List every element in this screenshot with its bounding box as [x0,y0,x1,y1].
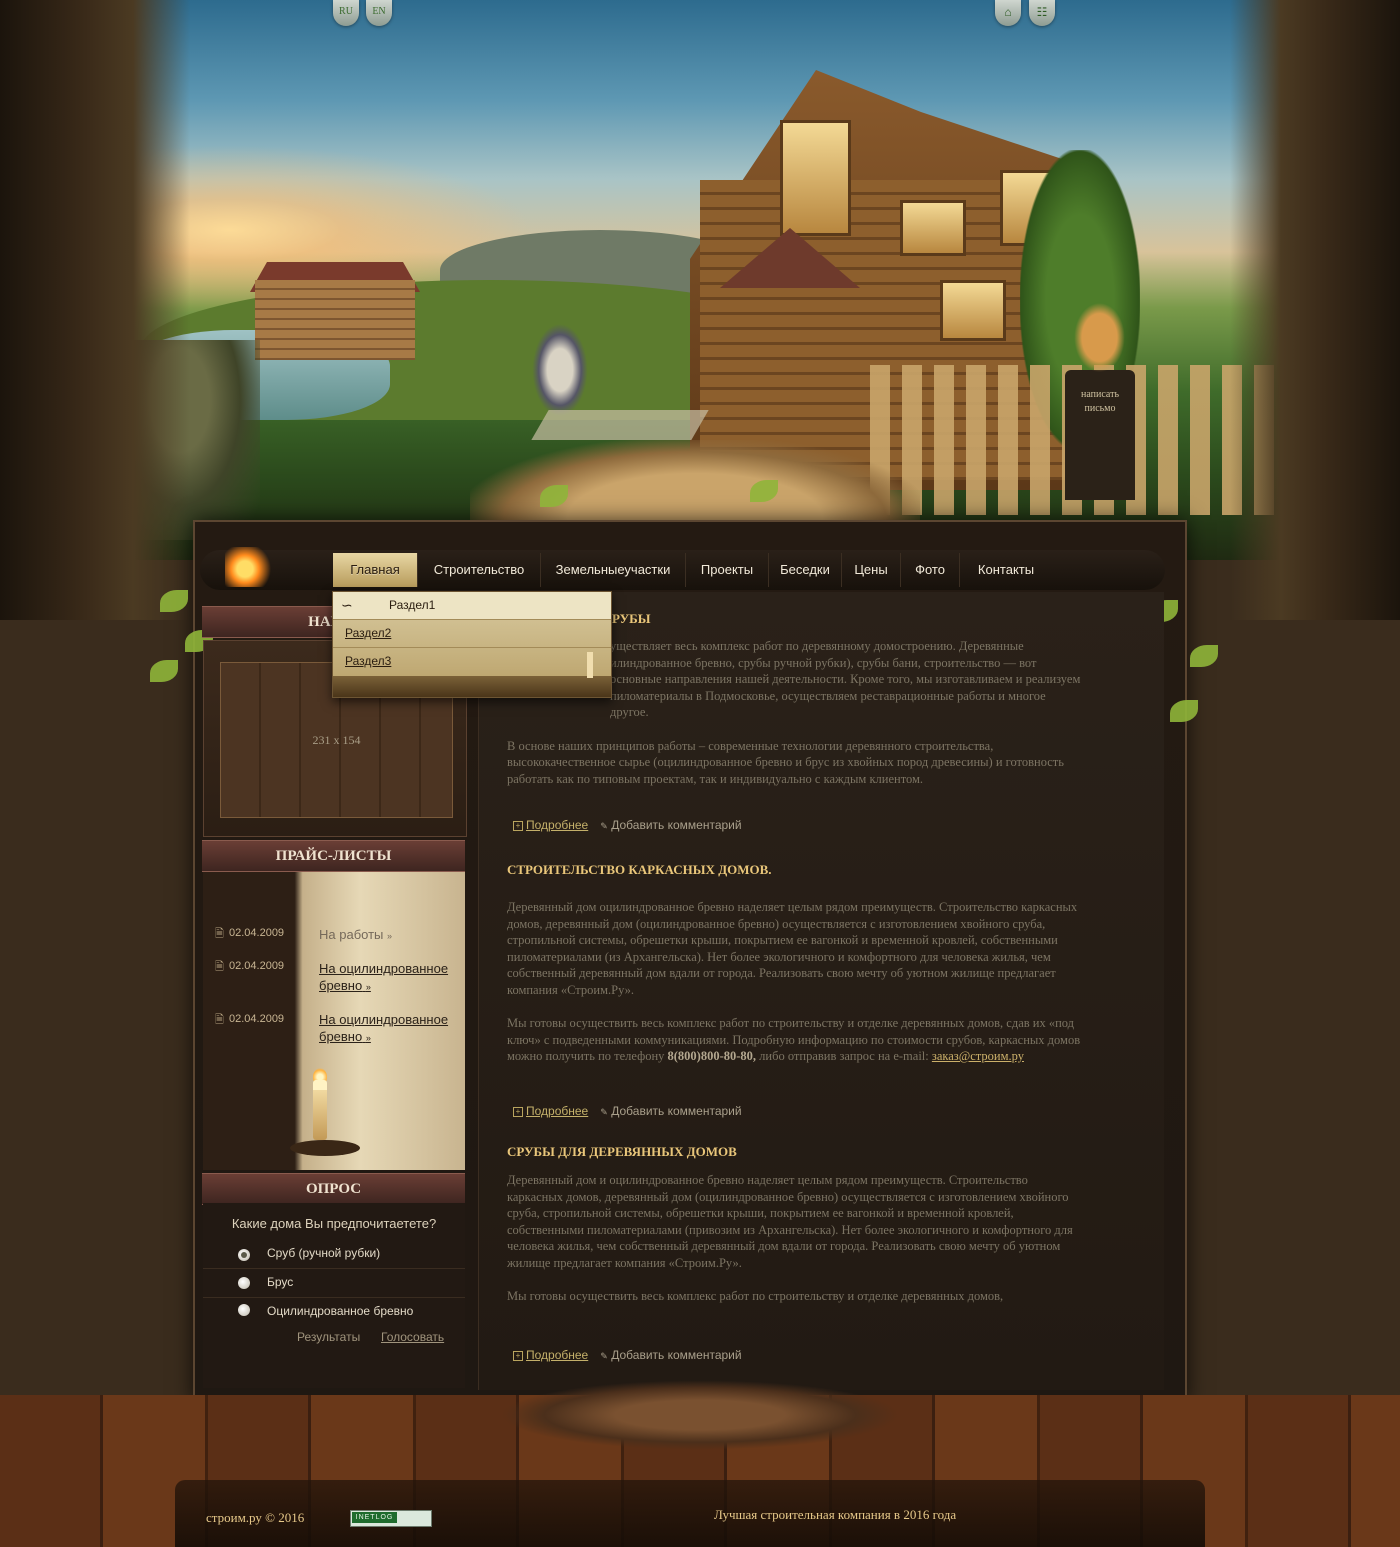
more-link[interactable]: Подробнее [526,818,588,832]
dropdown-item[interactable]: Раздел2 [333,620,611,648]
bottom-carving [500,1380,900,1450]
footer-copyright: строим.ру © 2016 [206,1510,305,1525]
dropdown-item-label[interactable]: Раздел1 [389,592,435,619]
candle [313,1080,327,1140]
poll-question: Какие дома Вы предпочитаетете? [231,1216,437,1231]
footer [175,1480,1205,1547]
add-comment-link[interactable]: Добавить комментарий [611,1348,741,1362]
leaf-decoration [1170,700,1198,722]
nav-gazebos[interactable]: Беседки [769,553,842,587]
poll-option-label[interactable]: Оцилиндрованное бревно [267,1304,413,1318]
bathhouse [255,280,415,360]
plus-icon: + [513,1350,523,1361]
cat [1072,300,1127,375]
paragraph-text: Деревянный дом оцилиндрованное бревно на… [507,900,1078,997]
comment-icon: ✎ [600,821,608,831]
nav-construction[interactable]: Строительство [418,553,541,587]
dropdown-item[interactable]: Раздел3 [333,648,611,675]
home-icon[interactable]: ⌂ [995,0,1021,26]
nav-home[interactable]: Главная [333,553,418,587]
poll-option-label[interactable]: Сруб (ручной рубки) [267,1246,380,1260]
poll-radio[interactable] [238,1249,250,1261]
paragraph-text: Мы готовы осуществить весь комплекс рабо… [507,1289,1004,1303]
nav-contacts[interactable]: Контакты [960,553,1052,587]
more-link[interactable]: Подробнее [526,1348,588,1362]
article-paragraph: Деревянный дом оцилиндрованное бревно на… [507,899,1082,1065]
document-icon: 🗎 [215,961,224,973]
walking-couple [530,320,590,420]
poll-radio[interactable] [238,1304,250,1316]
price-date: 02.04.2009 [229,927,285,939]
paragraph-text: либо отправив запрос на e-mail: [759,1049,929,1063]
dropdown-item-label[interactable]: Раздел3 [345,648,391,675]
price-item-log[interactable]: На оцилиндрованное бревно » [319,960,461,996]
price-lists-header: ПРАЙС-ЛИСТЫ [202,840,465,872]
article-actions: + Подробнее ✎ Добавить комментарий [513,1104,742,1118]
leaf-decoration [150,660,178,682]
poll-option-label[interactable]: Брус [267,1275,293,1289]
nav-dropdown-menu: ∽ Раздел1 Раздел2 Раздел3 [332,591,612,698]
dropdown-footer [333,676,611,697]
house-window [900,200,966,256]
nav-land-plots[interactable]: Земельныеучастки [541,553,686,587]
torch-icon [225,547,275,587]
poll-results-link[interactable]: Результаты [297,1330,360,1344]
article-title[interactable]: РУБЫ [612,611,651,627]
footer-slogan: Лучшая строительная компания в 2016 года [714,1507,957,1522]
candle-holder [290,1140,360,1156]
poll-vote-link[interactable]: Голосовать [381,1330,444,1344]
add-comment-link[interactable]: Добавить комментарий [611,1104,741,1118]
mailbox-label[interactable]: написать письмо [1070,388,1130,416]
sitemap-icon[interactable]: ☷ [1029,0,1055,26]
document-icon: 🗎 [215,928,224,940]
counter-label[interactable]: INETLOG [352,1512,397,1523]
article-actions: + Подробнее ✎ Добавить комментарий [513,1348,742,1362]
lang-ru-button[interactable]: RU [333,0,359,26]
lang-en-button[interactable]: EN [366,0,392,26]
price-item-log[interactable]: На оцилиндрованное бревно » [319,1011,461,1047]
tree-trunk-right [1230,0,1400,620]
dropdown-item[interactable]: ∽ Раздел1 [333,592,611,620]
price-date: 02.04.2009 [229,960,285,972]
price-date: 02.04.2009 [229,1013,285,1025]
poll-radio[interactable] [238,1277,250,1289]
path [531,410,709,440]
swirl-icon: ∽ [341,597,353,613]
nav-prices[interactable]: Цены [842,553,901,587]
phone-number: 8(800)800-80-80, [667,1049,757,1063]
poll-header: ОПРОС [202,1173,465,1205]
article-actions: + Подробнее ✎ Добавить комментарий [513,818,742,832]
article-title[interactable]: СРУБЫ ДЛЯ ДЕРЕВЯННЫХ ДОМОВ [507,1144,737,1160]
nav-projects[interactable]: Проекты [686,553,769,587]
comment-icon: ✎ [600,1107,608,1117]
comment-icon: ✎ [600,1351,608,1361]
house-window [940,280,1006,341]
article-paragraph: Деревянный дом и оцилиндрованное бревно … [507,1172,1082,1305]
email-link[interactable]: заказ@строим.ру [932,1049,1024,1063]
article-title[interactable]: СТРОИТЕЛЬСТВО КАРКАСНЫХ ДОМОВ. [507,862,772,878]
price-item-works[interactable]: На работы » [319,927,392,942]
leaf-decoration [1190,645,1218,667]
add-comment-link[interactable]: Добавить комментарий [611,818,741,832]
more-link[interactable]: Подробнее [526,1104,588,1118]
plus-icon: + [513,820,523,831]
house-window [780,120,851,236]
paragraph-text: Деревянный дом и оцилиндрованное бревно … [507,1173,1073,1270]
plus-icon: + [513,1106,523,1117]
dropdown-item-label[interactable]: Раздел2 [345,620,391,647]
nav-photo[interactable]: Фото [901,553,960,587]
paragraph-text: В основе наших принципов работы – соврем… [507,738,1064,786]
candle-icon [587,652,593,678]
tree-trunk-left [0,0,190,620]
document-icon: 🗎 [215,1014,224,1026]
